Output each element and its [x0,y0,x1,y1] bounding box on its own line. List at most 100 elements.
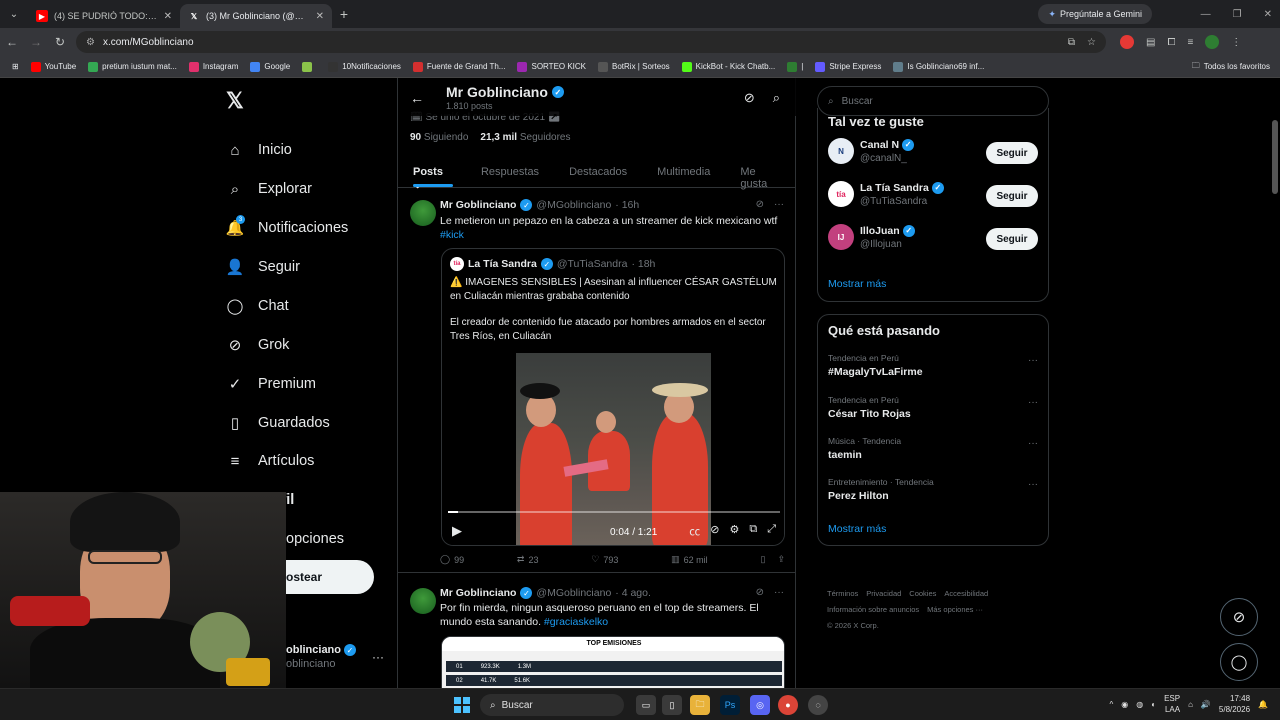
clock[interactable]: 17:48 5/8/2026 [1219,693,1250,715]
footer-link[interactable]: © 2026 X Corp. [827,621,879,630]
phone-link-icon[interactable]: ▯ [662,695,682,715]
bookmark-star-icon[interactable]: ☆ [1087,37,1096,48]
suggested-account[interactable]: N Canal N ✓ @canalN_ [828,138,915,164]
app-icon[interactable]: ◌ [808,695,828,715]
show-more-link[interactable]: Mostrar más [828,278,886,290]
nav-item-seguir[interactable]: 👤 Seguir [226,255,300,279]
views-button[interactable]: ▥ 62 mil [671,554,708,565]
site-info-icon[interactable]: ⚙ [86,37,95,48]
hashtag-link[interactable]: #graciaskelko [544,616,608,628]
nav-item-opciones[interactable]: opciones [286,527,344,551]
tweet-time[interactable]: · 16h [615,199,639,211]
show-more-link[interactable]: Mostrar más [828,523,886,535]
tweet[interactable]: Mr Goblinciano ✓ @MGoblinciano · 16h ⊘ ···… [398,188,796,573]
bookmark-item[interactable]: Stripe Express [809,61,887,72]
new-tab-button[interactable]: + [332,6,356,22]
windows-start-icon[interactable] [454,697,470,713]
browser-tab-active[interactable]: 𝕏 (3) Mr Goblinciano (@MGoblin ✕ [180,4,332,28]
tab-respuestas[interactable]: Respuestas [466,158,554,187]
minimize-icon[interactable]: — [1201,9,1211,20]
trend-item[interactable]: Entretenimiento · Tendencia Perez Hilton ·… [828,477,1040,502]
bookmark-icon[interactable]: ▯ [760,554,765,565]
bookmark-item[interactable]: BotRix | Sorteos [592,61,676,72]
video-progress[interactable] [448,511,780,513]
close-tab-icon[interactable]: ✕ [316,11,324,22]
more-icon[interactable]: ··· [1028,438,1038,449]
close-window-icon[interactable]: ✕ [1264,9,1272,20]
bookmark-item[interactable]: KickBot - Kick Chatb... [676,61,782,72]
captions-icon[interactable]: ㏄ [689,523,700,539]
hashtag-link[interactable]: #kick [440,229,464,241]
footer-link[interactable]: Términos [827,589,858,598]
bookmark-item[interactable]: SORTEO KICK [511,61,592,72]
tab-multimedia[interactable]: Multimedia [642,158,725,187]
back-icon[interactable]: ← [0,35,24,49]
profile-avatar-icon[interactable] [1205,35,1220,49]
bookmark-item[interactable]: Instagram [183,61,245,72]
task-view-icon[interactable]: ▭ [636,695,656,715]
network-icon[interactable]: ⌂ [1188,700,1193,709]
nav-item-explorar[interactable]: ⌕ Explorar [226,177,312,201]
tab-me-gusta[interactable]: Me gusta [725,158,796,190]
more-icon[interactable]: ··· [1028,355,1038,366]
followers-link[interactable]: 21,3 mil Seguidores [480,132,570,143]
footer-link[interactable]: Cookies [909,589,936,598]
bookmark-item[interactable] [296,61,322,72]
following-link[interactable]: 90 Siguiendo [410,132,468,143]
search-icon[interactable]: ⌕ [773,90,780,106]
bookmark-item[interactable]: pretium iustum mat... [82,61,183,72]
video-player[interactable]: ▶ 0:04 / 1:21 ㏄ ⊘ ⚙ ⧉ ⤢ [442,353,784,545]
photoshop-icon[interactable]: Ps [720,695,740,715]
nav-item-notificaciones[interactable]: 🔔 3 Notificaciones [226,215,348,240]
tab-posts[interactable]: Posts ⌄ [398,158,466,191]
settings-icon[interactable]: ⚙ [729,523,739,539]
fullscreen-icon[interactable]: ⤢ [767,523,776,539]
discord-icon[interactable]: ◎ [750,695,770,715]
kebab-menu-icon[interactable]: ⋮ [1231,37,1241,48]
follow-button[interactable]: Seguir [986,142,1038,164]
account-more-icon[interactable]: ··· [372,650,384,664]
tweet-time[interactable]: · 4 ago. [615,587,651,599]
suggested-account[interactable]: IJ IlloJuan ✓ @Illojuan [828,224,915,250]
tweet-author[interactable]: Mr Goblinciano [440,199,516,211]
suggested-account[interactable]: tía La Tía Sandra ✓ @TuTiaSandra [828,181,944,207]
extension-icon[interactable]: ▤ [1146,37,1155,48]
avatar[interactable] [410,588,436,614]
install-icon[interactable]: ⧉ [1068,37,1075,48]
messages-fab-icon[interactable]: ◯ [1220,643,1258,681]
account-switcher[interactable]: oblinciano ✓ oblinciano [286,644,356,670]
bookmark-item[interactable]: Is Goblinciano69 inf... [887,61,990,72]
more-icon[interactable]: ··· [774,587,784,598]
grok-icon[interactable]: ⊘ [744,90,755,106]
gemini-button[interactable]: ✦ Pregúntale a Gemini [1038,4,1152,24]
back-arrow-icon[interactable]: ← [410,90,424,106]
tweet[interactable]: Mr Goblinciano ✓ @MGoblinciano · 4 ago. ⊘… [398,578,796,688]
trend-item[interactable]: Música · Tendencia taemin ··· [828,436,1040,461]
apps-icon[interactable]: ⊞ [6,62,25,71]
tray-app-icon[interactable]: ◉ [1121,700,1128,709]
grok-fab-icon[interactable]: ⊘ [1220,598,1258,636]
chrome-icon[interactable]: ● [778,695,798,715]
language-indicator[interactable]: ESP LAA [1164,693,1180,715]
tray-chevron-icon[interactable]: ^ [1109,700,1113,709]
play-icon[interactable]: ▶ [452,523,462,539]
close-tab-icon[interactable]: ✕ [164,11,172,22]
tray-app-icon[interactable]: ◍ [1136,700,1143,709]
embedded-image-card[interactable]: TOP EMISIONES 01 923.3K 1.3M 02 41.7K 51.6K [441,636,785,688]
mute-icon[interactable]: ⊘ [710,523,719,539]
trend-item[interactable]: Tendencia en Perú #MagalyTvLaFirme ··· [828,353,1040,378]
taskbar-search[interactable]: ⌕ Buscar [480,694,624,716]
popout-icon[interactable]: ⧉ [749,523,757,539]
reply-button[interactable]: ◯ 99 [440,554,464,565]
follow-button[interactable]: Seguir [986,185,1038,207]
maximize-icon[interactable]: ❐ [1233,9,1242,20]
more-icon[interactable]: ··· [1028,397,1038,408]
avatar[interactable] [410,200,436,226]
bookmark-item[interactable]: YouTube [25,61,82,72]
volume-icon[interactable]: 🔊 [1201,700,1211,709]
more-icon[interactable]: ··· [1028,479,1038,490]
notifications-icon[interactable]: 🔔 [1258,700,1268,709]
footer-link[interactable]: Privacidad [866,589,901,598]
scrollbar[interactable] [1272,120,1278,194]
tab-destacados[interactable]: Destacados [554,158,642,187]
